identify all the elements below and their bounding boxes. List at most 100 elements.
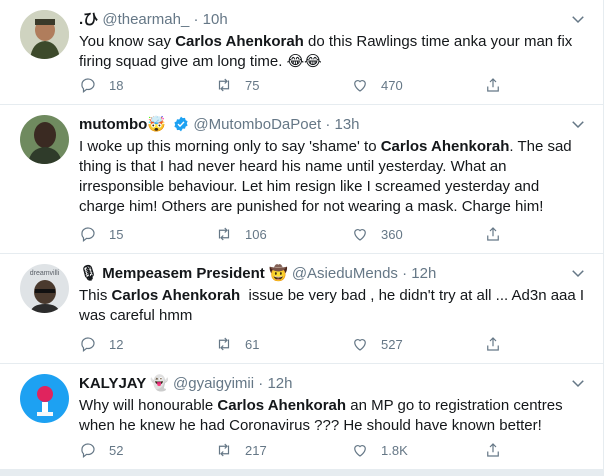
retweet-count: 106	[245, 226, 267, 242]
like-button[interactable]: 360	[351, 225, 403, 243]
separator: ·	[193, 11, 199, 28]
share-button[interactable]	[484, 441, 502, 459]
tweet-text: Why will honourable Carlos Ahenkorah an …	[79, 396, 587, 436]
like-count: 527	[381, 336, 403, 352]
like-icon	[354, 229, 366, 241]
reply-button[interactable]: 15	[79, 225, 123, 243]
separator: ·	[325, 116, 331, 133]
tweet-actions: 15 106 360	[79, 225, 499, 245]
timestamp[interactable]: 12h	[411, 265, 436, 282]
handle[interactable]: @thearmah_	[102, 11, 189, 28]
display-name[interactable]: mutombo🤯	[79, 116, 166, 133]
reply-button[interactable]: 52	[79, 441, 123, 459]
tweet-text: This Carlos Ahenkorah issue be very bad …	[79, 286, 587, 326]
retweet-button[interactable]: 106	[215, 225, 267, 243]
retweet-button[interactable]: 75	[215, 76, 259, 94]
like-count: 1.8K	[381, 442, 408, 458]
retweet-button[interactable]: 61	[215, 335, 259, 353]
tweet[interactable]: KALYJAY 👻 @gyaigyimii · 12h Why will hon…	[0, 364, 603, 470]
tweet-header: .ひ @thearmah_ · 10h	[79, 10, 587, 30]
share-button[interactable]	[484, 225, 502, 243]
tweet-header: KALYJAY 👻 @gyaigyimii · 12h	[79, 374, 587, 394]
timeline-feed: .ひ @thearmah_ · 10h You know say Carlos …	[0, 0, 604, 476]
reply-count: 15	[109, 226, 124, 242]
retweet-count: 61	[245, 336, 260, 352]
share-icon	[487, 78, 499, 92]
tweet-header: mutombo🤯 @MutomboDaPoet · 13h	[79, 115, 587, 135]
retweet-icon	[218, 78, 230, 92]
separator: ·	[258, 375, 264, 392]
share-button[interactable]	[484, 76, 502, 94]
display-name-prefix: 🎙	[79, 265, 99, 282]
highlighted-term: Carlos Ahenkorah	[111, 287, 241, 304]
share-icon	[487, 227, 499, 241]
avatar-image	[20, 10, 69, 59]
avatar[interactable]: dreamvilli	[20, 264, 69, 313]
avatar[interactable]	[20, 374, 69, 423]
tweet-text: You know say Carlos Ahenkorah do this Ra…	[79, 32, 587, 72]
tweet[interactable]: mutombo🤯 @MutomboDaPoet · 13h I woke up …	[0, 105, 603, 254]
avatar-image	[20, 115, 69, 164]
share-icon	[487, 443, 499, 457]
reply-button[interactable]: 12	[79, 335, 123, 353]
like-count: 470	[381, 77, 403, 93]
chevron-down-icon[interactable]	[569, 374, 587, 392]
display-name[interactable]: KALYJAY 👻	[79, 375, 169, 392]
chevron-down-icon[interactable]	[569, 115, 587, 133]
retweet-count: 75	[245, 77, 260, 93]
tweet[interactable]: .ひ @thearmah_ · 10h You know say Carlos …	[0, 0, 603, 105]
retweet-icon	[218, 443, 230, 457]
tweet-header: 🎙 Mempeasem President 🤠 @AsieduMends · 1…	[79, 264, 587, 284]
handle[interactable]: @AsieduMends	[292, 265, 398, 282]
chevron-down-icon[interactable]	[569, 264, 587, 282]
tweet-actions: 12 61 527	[79, 335, 499, 355]
separator: ·	[402, 265, 408, 282]
avatar-caption: dreamvilli	[30, 270, 60, 277]
retweet-icon	[218, 227, 230, 241]
avatar[interactable]	[20, 10, 69, 59]
like-icon	[354, 445, 366, 457]
like-button[interactable]: 470	[351, 76, 403, 94]
reply-icon	[81, 443, 95, 458]
tweet-text-part: You know say	[79, 33, 176, 50]
display-name[interactable]: .ひ	[79, 11, 98, 28]
chevron-down-icon[interactable]	[569, 10, 587, 28]
avatar[interactable]	[20, 115, 69, 164]
tweet-text-part: I woke up this morning only to say 'sham…	[79, 138, 381, 155]
tweet[interactable]: dreamvilli 🎙 Mempeasem President 🤠 @Asie…	[0, 254, 603, 364]
reply-count: 12	[109, 336, 124, 352]
tweet-text-part: Why will honourable	[79, 397, 218, 414]
share-icon	[487, 337, 499, 351]
timestamp[interactable]: 12h	[267, 375, 292, 392]
reply-count: 52	[109, 442, 124, 458]
like-button[interactable]: 1.8K	[351, 441, 408, 459]
highlighted-term: Carlos Ahenkorah	[217, 397, 347, 414]
highlighted-term: Carlos Ahenkorah	[175, 33, 304, 50]
retweet-button[interactable]: 217	[215, 441, 267, 459]
like-count: 360	[381, 226, 403, 242]
share-button[interactable]	[484, 335, 502, 353]
avatar-image: dreamvilli	[20, 264, 69, 313]
handle[interactable]: @MutomboDaPoet	[193, 116, 321, 133]
reply-icon	[81, 227, 95, 242]
like-icon	[354, 339, 366, 351]
retweet-icon	[218, 337, 230, 351]
tweet-actions: 52 217 1.8K	[79, 441, 499, 461]
retweet-count: 217	[245, 442, 267, 458]
tweet-text-part: This	[79, 287, 112, 304]
tweet-actions: 18 75 470	[79, 76, 499, 96]
like-button[interactable]: 527	[351, 335, 403, 353]
reply-icon	[81, 78, 95, 93]
avatar-image	[20, 374, 69, 423]
display-name[interactable]: Mempeasem President 🤠	[102, 265, 287, 282]
handle[interactable]: @gyaigyimii	[173, 375, 254, 392]
timestamp[interactable]: 10h	[203, 11, 228, 28]
reply-count: 18	[109, 77, 124, 93]
like-icon	[354, 80, 366, 92]
reply-icon	[81, 337, 95, 352]
tweet-text: I woke up this morning only to say 'sham…	[79, 137, 587, 217]
reply-button[interactable]: 18	[79, 76, 123, 94]
feed-divider	[0, 470, 603, 476]
timestamp[interactable]: 13h	[334, 116, 359, 133]
highlighted-term: Carlos Ahenkorah	[380, 138, 510, 155]
